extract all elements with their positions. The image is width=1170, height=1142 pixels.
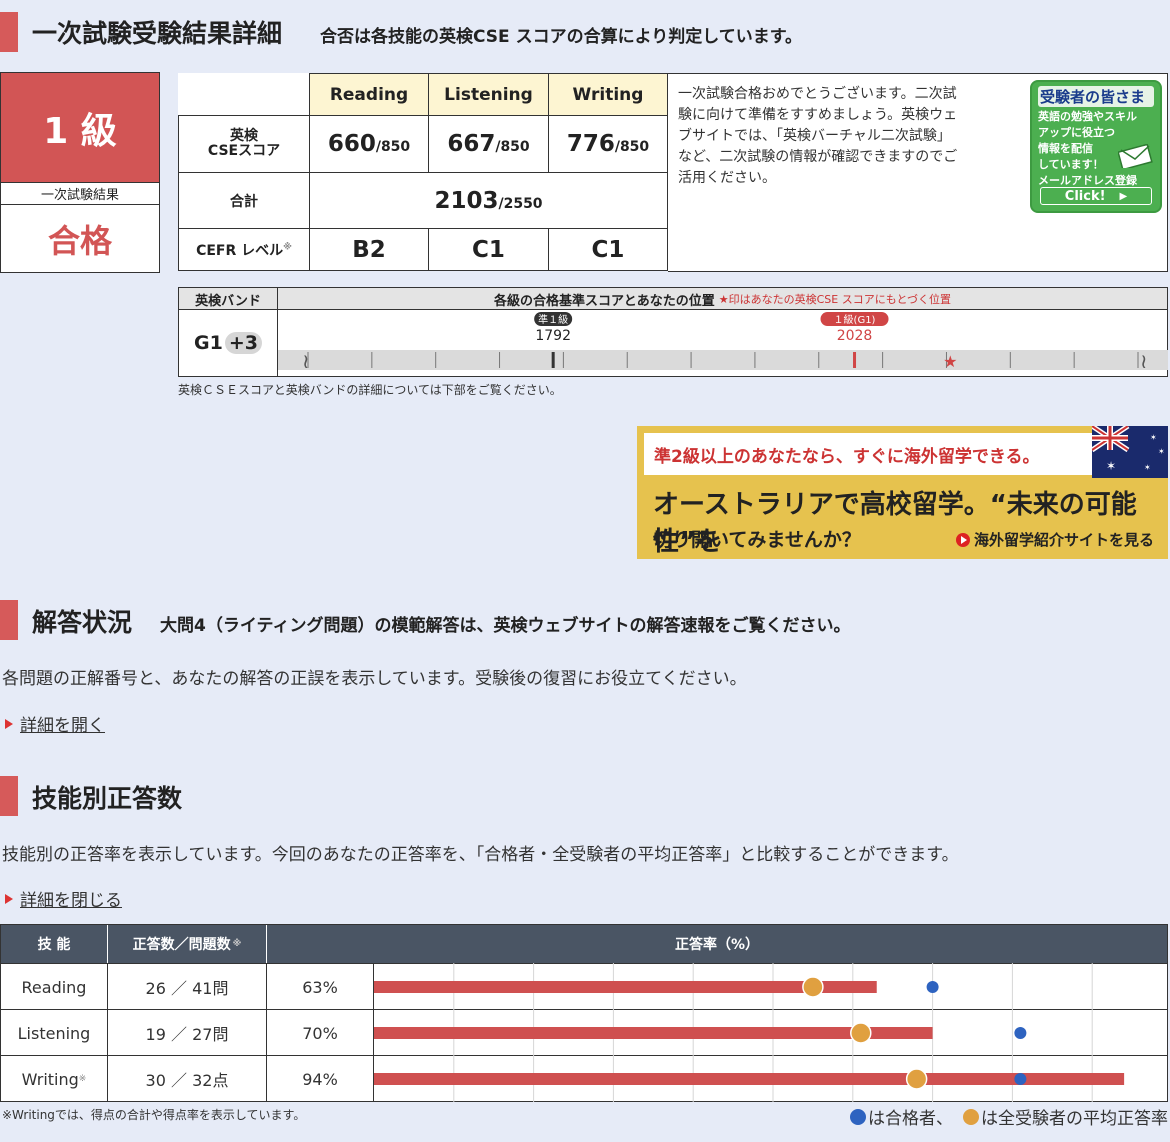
skill-rate: 70% <box>267 1010 374 1056</box>
band-marker-label: １級(G1) <box>834 313 876 326</box>
skills-note: ※Writingでは、得点の合計や得点率を表示しています。 <box>2 1108 306 1122</box>
promo-link[interactable]: 海外留学紹介サイトを見る <box>955 529 1154 550</box>
cefr-listening: C1 <box>428 228 549 271</box>
section-marker <box>0 600 18 640</box>
header-listening: Listening <box>428 73 549 116</box>
section-marker <box>0 12 18 52</box>
grade-level: 1 級 <box>1 73 159 183</box>
mail-banner-click-button[interactable]: Click! ▶ <box>1040 187 1152 205</box>
answers-description: 各問題の正解番号と、あなたの解答の正誤を表示しています。受験後の復習にお役立てく… <box>2 669 747 689</box>
skills-chart <box>374 963 1125 1102</box>
skill-count: 26 ／ 41問 <box>108 964 267 1010</box>
score-listening: 667/850 <box>428 115 549 173</box>
eiken-band-panel: 英検バンド 各級の合格基準スコアとあなたの位置 ★印はあなたの英検CSE スコアに… <box>178 287 1168 377</box>
band-marker-label: 準１級 <box>538 313 568 326</box>
all-avg-legend-dot <box>963 1108 979 1125</box>
play-icon <box>955 532 970 547</box>
skill-count: 19 ／ 27問 <box>108 1010 267 1056</box>
skills-toggle[interactable]: 詳細を閉じる <box>2 886 122 911</box>
skill-name: Listening <box>1 1010 108 1056</box>
study-abroad-banner[interactable]: 準2級以上のあなたなら、すぐに海外留学できる。 ✶ ✶ ✶ ✶ オーストラリアで… <box>637 426 1168 559</box>
grade-result-label: 一次試験結果 <box>1 183 159 205</box>
skill-count: 30 ／ 32点 <box>108 1056 267 1102</box>
header-reading: Reading <box>309 73 429 116</box>
svg-text:✶: ✶ <box>1144 463 1151 472</box>
envelope-icon <box>1118 144 1153 168</box>
band-marker-score: 2028 <box>837 328 873 344</box>
band-marker-score: 1792 <box>535 328 571 344</box>
section-title-results: 一次試験受験結果詳細 <box>32 19 283 48</box>
skill-bar <box>374 981 877 993</box>
score-table: Reading Listening Writing 英検 CSEスコア 660/… <box>178 73 668 271</box>
mail-register-banner[interactable]: 受験者の皆さま 英語の勉強やスキル アップに役立つ 情報を配信 しています！ メ… <box>1030 80 1162 213</box>
section-title-skills: 技能別正答数 <box>32 784 183 813</box>
skills-header-count: 正答数／問題数 ※ <box>108 925 267 963</box>
band-header-right: 各級の合格基準スコアとあなたの位置 ★印はあなたの英検CSE スコアにもとづく位置 <box>493 293 952 309</box>
skill-mark: ※ <box>78 1074 87 1084</box>
cse-score-label: 英検 CSEスコア <box>178 115 310 173</box>
cse-score-label-text: 英検 CSEスコア <box>207 128 281 159</box>
triangle-right-icon <box>2 717 16 731</box>
svg-text:✶: ✶ <box>1158 447 1165 456</box>
grade-result: 合格 <box>47 221 112 260</box>
skills-header-rate: 正答率（%） <box>674 937 760 953</box>
band-offset: +3 <box>224 332 262 354</box>
section-subtitle-answers: 大問4（ライティング問題）の模範解答は、英検ウェブサイトの解答速報をご覧ください… <box>160 616 851 636</box>
pass-message-panel: 一次試験合格おめでとうございます。二次試験に向けて準備をすすめましょう。英検ウェ… <box>668 73 1168 272</box>
band-break-icon: ≀ <box>302 349 310 373</box>
triangle-right-icon <box>2 892 16 906</box>
skill-name: Writing ※ <box>1 1056 108 1102</box>
mail-banner-line: アップに役立つ <box>1038 126 1115 139</box>
section-marker <box>0 776 18 816</box>
promo-top: 準2級以上のあなたなら、すぐに海外留学できる。 <box>644 433 1094 475</box>
band-scale: ≀ ≀ 準１級 1792 １級(G1) 2028 ★ <box>278 312 1168 373</box>
band-track <box>278 350 1168 370</box>
skill-rate: 94% <box>267 1056 374 1102</box>
pass-avg-dot <box>1014 1073 1027 1085</box>
score-total: 2103/2550 <box>309 172 668 229</box>
section-title-answers: 解答状況 <box>32 608 133 637</box>
australia-flag-icon: ✶ ✶ ✶ ✶ <box>1092 426 1168 478</box>
skill-name: Reading <box>1 964 108 1010</box>
skills-header-skill: 技 能 <box>1 925 108 963</box>
answers-toggle-label: 詳細を開く <box>20 716 105 736</box>
mail-banner-title: 受験者の皆さま <box>1038 86 1154 107</box>
score-writing: 776/850 <box>548 115 668 173</box>
svg-text:✶: ✶ <box>1150 433 1157 442</box>
band-header-note: ★印はあなたの英検CSE スコアにもとづく位置 <box>718 293 952 306</box>
band-note: 英検ＣＳＥスコアと英検バンドの詳細については下部をご覧ください。 <box>178 383 562 397</box>
legend-all-label: は全受験者の平均正答率 <box>981 1109 1168 1129</box>
svg-text:✶: ✶ <box>1106 459 1116 473</box>
header-writing: Writing <box>548 73 668 116</box>
grade-box: 1 級 一次試験結果 合格 <box>0 72 160 273</box>
legend-pass-label: は合格者、 <box>868 1109 953 1129</box>
skill-bar <box>374 1027 933 1039</box>
pass-avg-legend-dot <box>850 1108 866 1125</box>
skills-legend: は合格者、 は全受験者の平均正答率 <box>850 1104 1168 1129</box>
mail-banner-line: 英語の勉強やスキル <box>1038 110 1137 123</box>
pass-message: 一次試験合格おめでとうございます。二次試験に向けて準備をすすめましょう。英検ウェ… <box>678 86 958 186</box>
pass-avg-dot <box>926 981 939 993</box>
cefr-label: CEFR レベル※ <box>178 228 310 271</box>
score-reading: 660/850 <box>309 115 429 173</box>
all-avg-dot <box>802 976 824 998</box>
answers-toggle[interactable]: 詳細を開く <box>2 711 105 736</box>
cefr-reading: B2 <box>309 228 429 271</box>
total-label: 合計 <box>178 172 310 229</box>
all-avg-dot <box>905 1068 928 1090</box>
promo-subline: 切り開いてみませんか？ <box>653 529 861 551</box>
skills-description: 技能別の正答率を表示しています。今回のあなたの正答率を、「合格者・全受験者の平均… <box>2 845 959 865</box>
all-avg-dot <box>850 1022 872 1044</box>
pass-avg-dot <box>1014 1027 1027 1039</box>
band-break-icon: ≀ <box>1140 349 1148 373</box>
skill-bar <box>374 1073 1125 1085</box>
cefr-writing: C1 <box>548 228 668 271</box>
skills-toggle-label: 詳細を閉じる <box>20 891 122 911</box>
your-position-star-icon: ★ <box>943 352 957 371</box>
skill-rate: 63% <box>267 964 374 1010</box>
band-header-left: 英検バンド <box>179 288 278 310</box>
section-subtitle-results: 合否は各技能の英検CSE スコアの合算により判定しています。 <box>320 27 803 47</box>
band-value: G1 +3 <box>179 310 278 376</box>
skills-table: 技 能 正答数／問題数 ※ 正答率（%） Reading 26 ／ 41問 63% Li… <box>0 924 1168 1102</box>
